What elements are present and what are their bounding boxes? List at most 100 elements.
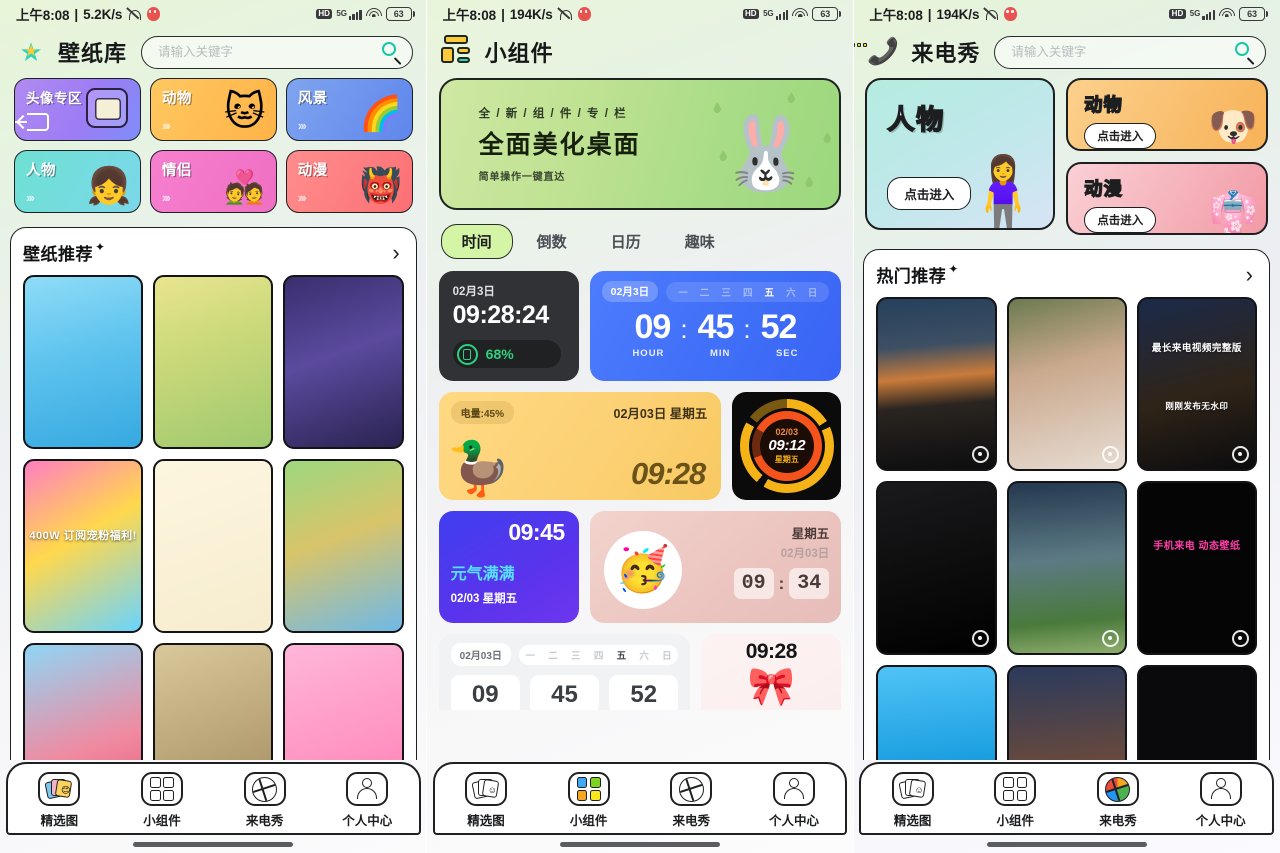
tab-countdown[interactable]: 倒数: [517, 225, 587, 258]
search-icon[interactable]: [1233, 40, 1257, 65]
nav-label: 小组件: [996, 814, 1035, 828]
enter-button[interactable]: 点击进入: [1084, 207, 1157, 233]
nav-item-widgets[interactable]: 小组件: [127, 772, 197, 829]
category-card-avatar[interactable]: 头像专区: [14, 78, 141, 141]
search-icon[interactable]: [380, 40, 404, 65]
wallpaper-thumb[interactable]: [283, 458, 404, 633]
home-indicator[interactable]: [559, 842, 720, 847]
duck-icon: 🦆: [446, 440, 512, 498]
widget-duck-clock[interactable]: 电量:45% 02月03日 星期五 🦆 09:28: [438, 392, 722, 500]
sun-settings-icon[interactable]: [1231, 445, 1249, 463]
nav-item-featured[interactable]: 😊 精选图: [24, 772, 94, 829]
wallpaper-thumb[interactable]: [23, 275, 144, 449]
callershow-thumb[interactable]: 最长来电视频完整版 刚刚发布无水印: [1136, 297, 1257, 471]
section-title-text: 热门推荐: [876, 267, 947, 286]
category-card-anime[interactable]: 动漫 点击进入 👘: [1066, 162, 1268, 235]
nav-item-profile[interactable]: 个人中心: [332, 772, 402, 829]
battery-level: 63: [385, 7, 412, 21]
category-card-animal[interactable]: 动物 ››› 🐱: [149, 78, 277, 141]
nav-label: 精选图: [467, 814, 505, 828]
callershow-thumb[interactable]: 手机来电 动态壁纸: [1136, 480, 1257, 655]
wallpaper-thumb[interactable]: [153, 458, 274, 633]
section-more-arrow-icon[interactable]: ›: [392, 241, 403, 264]
callershow-thumb[interactable]: [876, 297, 997, 471]
category-card-person[interactable]: 人物 ››› 👧: [14, 150, 141, 213]
callershow-thumb[interactable]: [876, 664, 997, 760]
category-label: 情侣: [161, 163, 192, 179]
search-box-p1[interactable]: [141, 35, 413, 69]
widget-dark-clock[interactable]: 02月3日 09:28:24 68%: [438, 271, 579, 381]
globe-call-icon: [670, 772, 713, 806]
sun-settings-icon[interactable]: [971, 629, 989, 647]
widget-time-row: 09 : 45 : 52: [602, 308, 830, 347]
nav-item-profile[interactable]: 个人中心: [759, 772, 829, 829]
category-chevrons: ›››: [297, 190, 307, 205]
widget-date: 02月3日: [601, 281, 659, 302]
sun-settings-icon[interactable]: [971, 445, 989, 463]
sun-settings-icon[interactable]: [1101, 445, 1119, 463]
battery-icon: 63: [1238, 7, 1268, 21]
nav-item-callershow[interactable]: 来电秀: [656, 772, 726, 829]
widget-violet-clock[interactable]: 09:45 元气满满 02/03 星期五: [438, 511, 579, 623]
nav-item-widgets[interactable]: 小组件: [980, 772, 1050, 829]
widget-time: 09:45: [508, 519, 565, 545]
nav-item-featured[interactable]: ☺ 精选图: [878, 772, 948, 829]
search-box-p3[interactable]: [994, 35, 1266, 69]
inner-ring: 02/03 09:12 星期五: [751, 411, 822, 481]
widget-bow-partial[interactable]: 09:28 🎀: [701, 634, 842, 710]
widget-date: 02月03日 星期五: [613, 407, 708, 421]
nav-item-callershow[interactable]: 来电秀: [1083, 772, 1153, 829]
callershow-thumb[interactable]: [1006, 664, 1127, 760]
nav-item-profile[interactable]: 个人中心: [1186, 772, 1256, 829]
tab-calendar[interactable]: 日历: [591, 225, 661, 258]
widget-digit-row: 09 45 52: [450, 675, 679, 710]
home-indicator[interactable]: [133, 842, 294, 847]
callershow-thumb[interactable]: [1136, 664, 1257, 760]
callershow-thumb[interactable]: [1006, 480, 1127, 655]
tab-time[interactable]: 时间: [440, 224, 513, 259]
callershow-thumb[interactable]: [1006, 297, 1127, 471]
wallpaper-thumb[interactable]: [283, 642, 404, 760]
bottom-nav-wrap-p3: ☺ 精选图 小组件 来电秀 个人中心: [853, 760, 1280, 853]
enter-button[interactable]: 点击进入: [1084, 123, 1157, 149]
widget-ring-clock[interactable]: 02/03 09:12 星期五: [732, 392, 842, 500]
callershow-thumb[interactable]: [876, 480, 997, 655]
content-p1: 头像专区 动物 ››› 🐱 风景 ››› 🌈 人物 ››› 👧 情侣 ››› 💑…: [0, 76, 427, 760]
enter-button[interactable]: 点击进入: [887, 177, 972, 210]
category-card-anime[interactable]: 动漫 ››› 👹: [285, 150, 413, 213]
grid-widgets-icon: [994, 772, 1037, 806]
search-input-p1[interactable]: [158, 45, 374, 59]
nav-item-callershow[interactable]: 来电秀: [230, 772, 300, 829]
dog-art-icon: 🐶: [1208, 105, 1258, 149]
wallpaper-thumb[interactable]: 400W 订阅宠粉福利!: [23, 458, 144, 633]
category-card-person[interactable]: 人物 点击进入 🧍‍♀️: [865, 78, 1056, 230]
search-input-p3[interactable]: [1011, 45, 1227, 59]
promo-banner[interactable]: 全 / 新 / 组 / 件 / 专 / 栏 全面美化桌面 简单操作一键直达 🐰: [438, 78, 842, 210]
nav-label: 个人中心: [1195, 814, 1246, 828]
widget-gray-partial[interactable]: 02月03日 一 二 三 四 五 六 日 09 45 52: [438, 634, 691, 710]
avatar-art-icon: [85, 88, 128, 128]
widget-battery-row: 68%: [452, 340, 561, 368]
section-more-arrow-icon[interactable]: ›: [1246, 263, 1257, 286]
widget-pink-clock[interactable]: 🥳 星期五 02月03日 09 : 34: [589, 511, 842, 623]
mute-icon: [984, 7, 999, 22]
nav-item-featured[interactable]: ☺ 精选图: [451, 772, 521, 829]
category-card-couple[interactable]: 情侣 ››› 💑: [149, 150, 277, 213]
panel-caller-show: 上午8:08 | 194K/s HD 5G 63 📞 来电秀 请输入关键字 人物…: [853, 0, 1280, 853]
category-card-scenery[interactable]: 风景 ››› 🌈: [285, 78, 413, 141]
wallpaper-thumb[interactable]: [23, 642, 144, 760]
nav-item-widgets[interactable]: 小组件: [554, 772, 624, 829]
wallpaper-thumb[interactable]: [153, 275, 274, 449]
widget-blue-counter[interactable]: 02月3日 一 二 三 四 五 六 日 09 : 45: 52 HOUR MI…: [589, 271, 842, 381]
tab-fun[interactable]: 趣味: [665, 225, 735, 258]
callershow-thumb-caption: 手机来电 动态壁纸: [1153, 541, 1241, 553]
category-card-animal[interactable]: 动物 点击进入 🐶: [1066, 78, 1268, 151]
wallpaper-thumb[interactable]: [283, 275, 404, 449]
status-separator: |: [74, 6, 79, 22]
home-indicator[interactable]: [986, 842, 1147, 847]
sun-settings-icon[interactable]: [1101, 629, 1119, 647]
widget-row-4-partial: 02月03日 一 二 三 四 五 六 日 09 45 52 09:28 🎀: [438, 634, 842, 710]
wallpaper-thumb[interactable]: [153, 642, 274, 760]
label-min: MIN: [709, 348, 731, 359]
sun-settings-icon[interactable]: [1231, 629, 1249, 647]
